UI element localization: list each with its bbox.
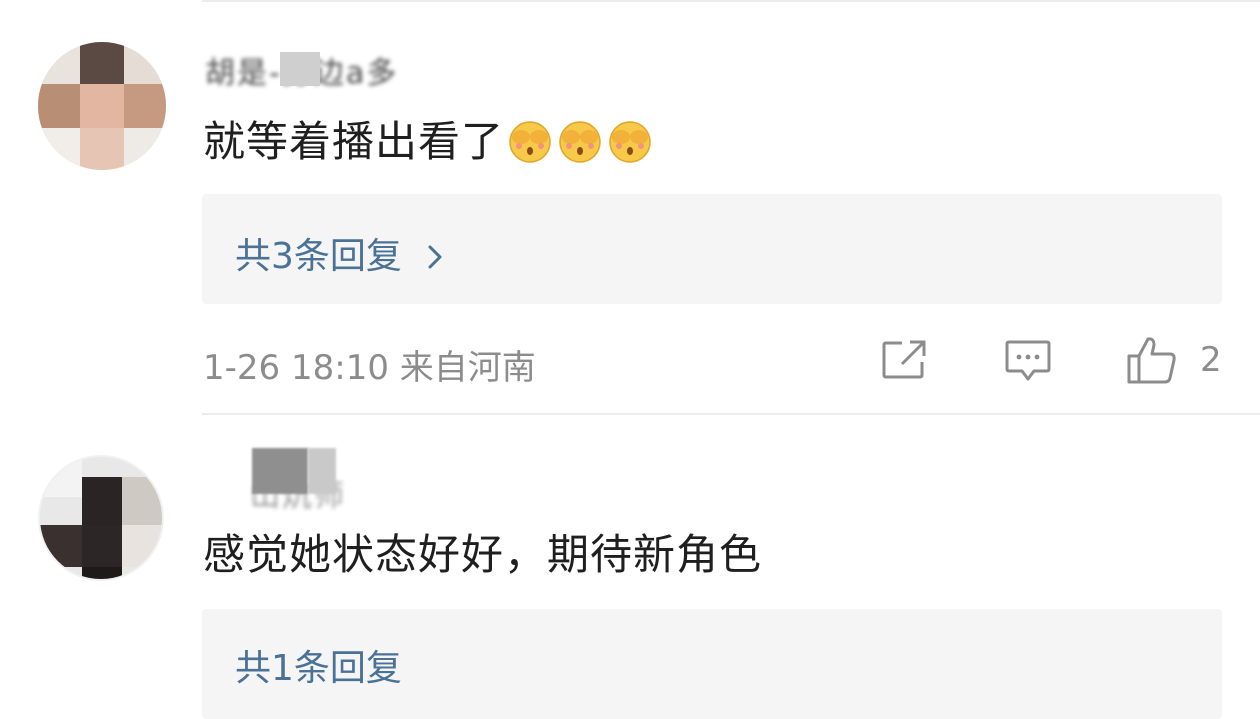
reply-summary[interactable]: 共3条回复	[202, 194, 1222, 304]
like-icon	[1126, 334, 1178, 390]
avatar[interactable]	[38, 455, 164, 581]
shy-emoji-icon	[506, 116, 554, 174]
comment-icon[interactable]	[1004, 338, 1052, 384]
reply-count-label: 共3条回复	[235, 236, 402, 277]
comment-text: 就等着播出看了	[203, 108, 654, 174]
like-button[interactable]: 2	[1126, 334, 1226, 388]
reply-count-label: 共1条回复	[235, 648, 402, 689]
reply-count-link[interactable]: 共1条回复	[235, 639, 402, 691]
chevron-right-icon	[427, 238, 443, 279]
share-icon[interactable]	[880, 338, 928, 382]
comment-text-body: 就等着播出看了	[203, 117, 505, 166]
comment-item: 胡是-身边a多 就等着播出看了 共3条回复 1-26 18:10 来自河南 2	[0, 0, 1260, 415]
shy-emoji-icon	[606, 116, 654, 174]
avatar[interactable]	[38, 42, 166, 170]
username-mosaic	[280, 52, 320, 86]
reply-count-link[interactable]: 共3条回复	[235, 227, 443, 279]
shy-emoji-icon	[556, 116, 604, 174]
comment-item: 山炕师 感觉她状态好好，期待新角色 共1条回复	[0, 415, 1260, 719]
comment-meta: 1-26 18:10 来自河南	[203, 348, 536, 388]
username-mosaic	[308, 448, 336, 494]
reply-summary[interactable]: 共1条回复	[202, 609, 1222, 719]
username-mosaic	[252, 448, 308, 494]
comment-text: 感觉她状态好好，期待新角色	[203, 530, 763, 579]
like-count: 2	[1200, 340, 1222, 380]
